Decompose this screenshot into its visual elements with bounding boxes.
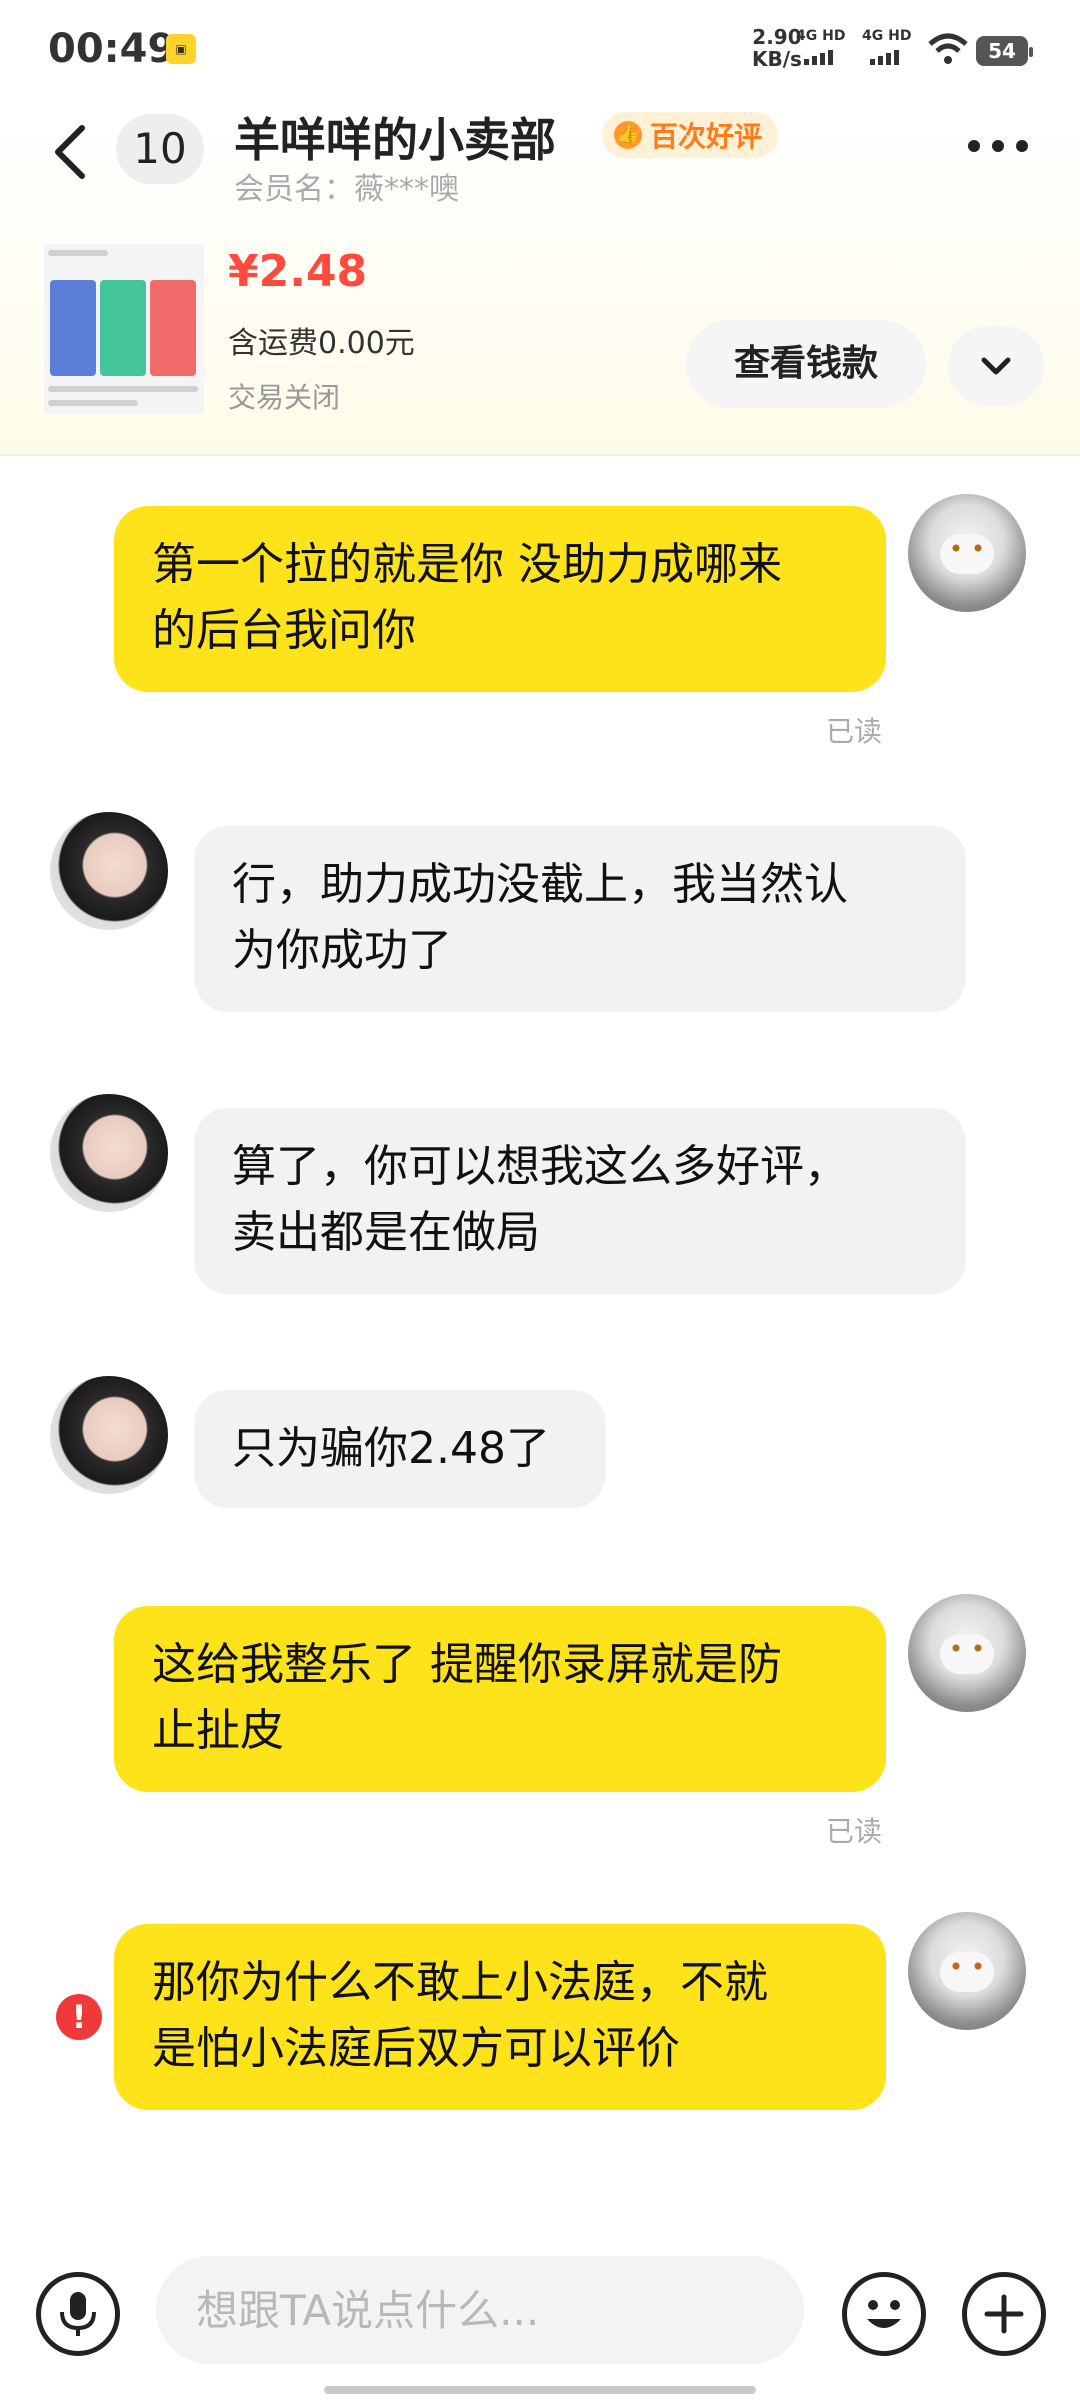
signal-bars-2-icon bbox=[870, 50, 899, 65]
thumb-line bbox=[48, 400, 138, 406]
status-bar: 00:49 ▣ 2.90 KB/s 4G HD 4G HD 54 bbox=[0, 0, 1080, 100]
message-text-line: 只为骗你2.48了 bbox=[232, 1423, 550, 1474]
message-bubble-incoming[interactable]: 行，助力成功没截上，我当然认 为你成功了 bbox=[194, 826, 966, 1012]
message-text-line: 第一个拉的就是你 没助力成哪来 bbox=[152, 539, 782, 590]
expand-button[interactable] bbox=[948, 326, 1044, 406]
message-text-line: 这给我整乐了 提醒你录屏就是防 bbox=[152, 1639, 782, 1690]
message-text-line: 那你为什么不敢上小法庭，不就 bbox=[152, 1957, 768, 2008]
network-speed: 2.90 KB/s bbox=[752, 26, 802, 70]
deal-status: 交易关闭 bbox=[228, 381, 341, 414]
signal-label-1: 4G HD bbox=[796, 28, 846, 44]
smiley-icon bbox=[867, 2300, 901, 2328]
seller-avatar[interactable] bbox=[50, 1376, 168, 1494]
member-name: 会员名：薇***噢 bbox=[234, 172, 459, 207]
view-money-button[interactable]: 查看钱款 bbox=[686, 320, 926, 408]
read-receipt: 已读 bbox=[826, 1815, 883, 1848]
network-speed-value: 2.90 bbox=[752, 25, 802, 49]
message-text-line: 算了，你可以想我这么多好评， bbox=[232, 1141, 848, 1192]
message-bubble-outgoing[interactable]: 第一个拉的就是你 没助力成哪来 的后台我问你 bbox=[114, 506, 886, 692]
message-input[interactable] bbox=[156, 2256, 804, 2364]
home-indicator[interactable] bbox=[324, 2386, 756, 2394]
message-text-line: 为你成功了 bbox=[232, 925, 452, 976]
my-avatar[interactable] bbox=[908, 1912, 1026, 2030]
rating-badge-label: 百次好评 bbox=[650, 120, 763, 153]
thumb-card-2 bbox=[100, 280, 146, 376]
product-price: ¥2.48 bbox=[228, 246, 368, 297]
emoji-button[interactable] bbox=[842, 2272, 926, 2356]
message-bubble-outgoing[interactable]: 这给我整乐了 提醒你录屏就是防 止扯皮 bbox=[114, 1606, 886, 1792]
read-receipt: 已读 bbox=[826, 715, 883, 748]
seller-avatar[interactable] bbox=[50, 1094, 168, 1212]
chevron-down-icon bbox=[981, 357, 1011, 375]
product-thumbnail[interactable] bbox=[44, 244, 204, 414]
thumb-line bbox=[48, 386, 198, 392]
message-text-line: 是怕小法庭后双方可以评价 bbox=[152, 2023, 680, 2074]
more-actions-button[interactable] bbox=[962, 2272, 1046, 2356]
more-options-button[interactable] bbox=[968, 140, 1028, 152]
unread-count-badge[interactable]: 10 bbox=[116, 114, 204, 184]
microphone-icon bbox=[60, 2292, 96, 2336]
message-text-line: 的后台我问你 bbox=[152, 605, 416, 656]
message-text-line: 行，助力成功没截上，我当然认 bbox=[232, 859, 848, 910]
thumb-card-1 bbox=[50, 280, 96, 376]
message-bubble-incoming[interactable]: 算了，你可以想我这么多好评， 卖出都是在做局 bbox=[194, 1108, 966, 1294]
battery-icon: 54 bbox=[976, 36, 1033, 66]
thumb-line bbox=[48, 250, 108, 256]
my-avatar[interactable] bbox=[908, 494, 1026, 612]
message-text-line: 止扯皮 bbox=[152, 1705, 284, 1756]
shop-title: 羊咩咩的小卖部 bbox=[234, 113, 556, 167]
seller-avatar[interactable] bbox=[50, 812, 168, 930]
header-divider bbox=[0, 454, 1080, 456]
rating-badge: 👍 百次好评 bbox=[602, 112, 779, 158]
voice-input-button[interactable] bbox=[36, 2272, 120, 2356]
back-button[interactable] bbox=[50, 122, 90, 182]
network-speed-unit: KB/s bbox=[752, 47, 802, 71]
signal-bars-1-icon bbox=[804, 50, 833, 65]
status-time: 00:49 bbox=[48, 26, 176, 72]
message-bubble-incoming[interactable]: 只为骗你2.48了 bbox=[194, 1390, 606, 1508]
signal-label-2: 4G HD bbox=[862, 28, 912, 44]
send-failed-icon[interactable]: ! bbox=[56, 1994, 102, 2040]
message-bubble-outgoing[interactable]: 那你为什么不敢上小法庭，不就 是怕小法庭后双方可以评价 bbox=[114, 1924, 886, 2110]
thumb-card-3 bbox=[150, 280, 196, 376]
plus-icon bbox=[984, 2294, 1024, 2334]
notification-app-icon: ▣ bbox=[166, 34, 196, 64]
thumbs-up-icon: 👍 bbox=[614, 121, 642, 149]
message-text-line: 卖出都是在做局 bbox=[232, 1207, 540, 1258]
my-avatar[interactable] bbox=[908, 1594, 1026, 1712]
wifi-icon bbox=[928, 33, 968, 64]
shipping-fee: 含运费0.00元 bbox=[228, 326, 415, 361]
